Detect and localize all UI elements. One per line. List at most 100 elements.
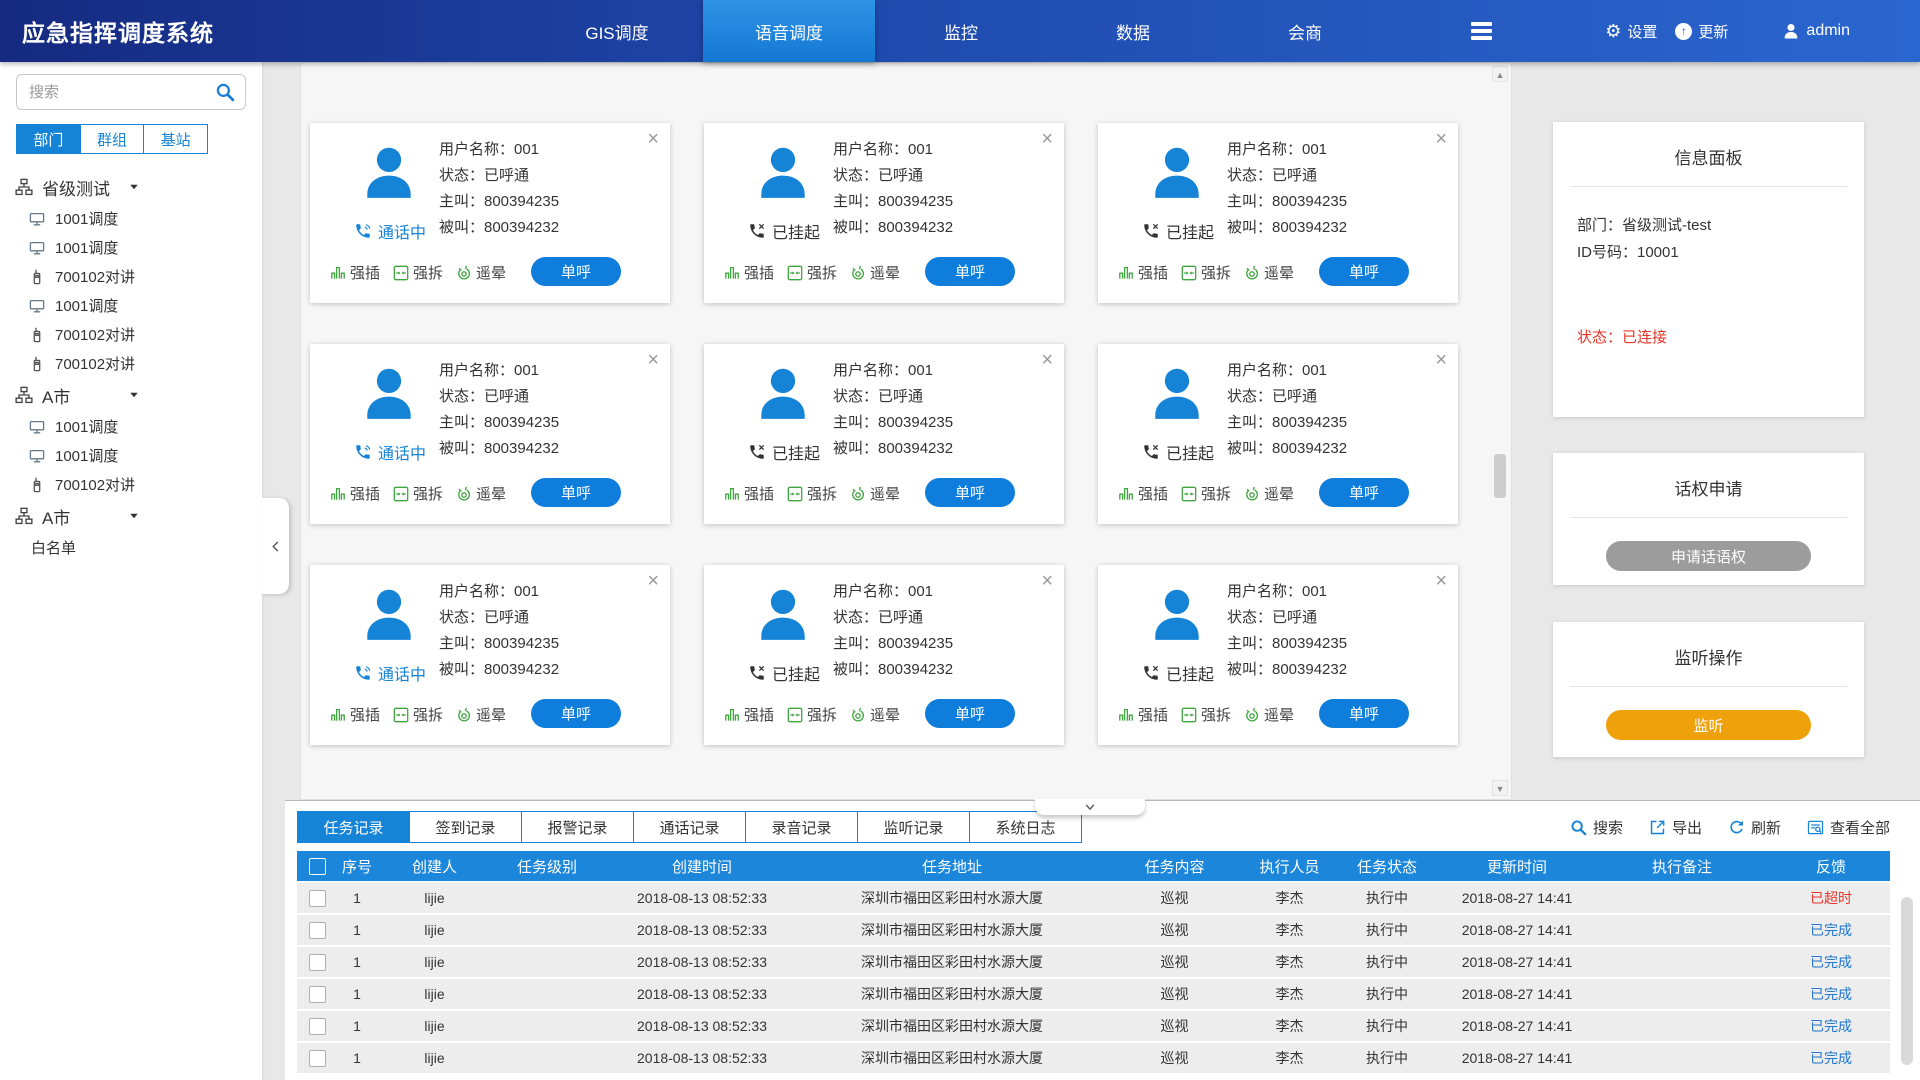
single-call-button[interactable]: 单呼 — [1319, 257, 1409, 286]
action-break[interactable]: 强拆 — [787, 262, 837, 283]
tree-group-item[interactable]: A市 — [0, 499, 262, 533]
sidebar-collapse-handle[interactable] — [262, 498, 289, 594]
action-insert[interactable]: 强插 — [1118, 704, 1168, 725]
tree-leaf-item[interactable]: 700102对讲 — [0, 320, 262, 349]
action-stun[interactable]: 遥晕 — [1244, 262, 1294, 283]
close-icon[interactable]: × — [647, 127, 659, 151]
tree-leaf-item[interactable]: 700102对讲 — [0, 262, 262, 291]
feedback-link[interactable]: 已完成 — [1772, 952, 1890, 972]
close-icon[interactable]: × — [1041, 127, 1053, 151]
scroll-down-arrow[interactable]: ▼ — [1492, 780, 1508, 796]
action-stun[interactable]: 遥晕 — [850, 483, 900, 504]
close-icon[interactable]: × — [1435, 348, 1447, 372]
row-checkbox[interactable] — [309, 1050, 326, 1067]
close-icon[interactable]: × — [647, 348, 659, 372]
action-insert[interactable]: 强插 — [330, 704, 380, 725]
request-floor-button[interactable]: 申请话语权 — [1606, 541, 1811, 571]
scrollbar[interactable]: ▲ ▼ — [1492, 66, 1508, 796]
action-stun[interactable]: 遥晕 — [456, 483, 506, 504]
action-break[interactable]: 强拆 — [393, 262, 443, 283]
record-tab-recording[interactable]: 录音记录 — [745, 811, 858, 843]
feedback-link[interactable]: 已完成 — [1772, 1048, 1890, 1068]
refresh-button[interactable]: 刷新 — [1728, 817, 1781, 838]
action-insert[interactable]: 强插 — [1118, 483, 1168, 504]
feedback-link[interactable]: 已完成 — [1772, 984, 1890, 1004]
row-checkbox[interactable] — [309, 1018, 326, 1035]
scroll-up-arrow[interactable]: ▲ — [1492, 66, 1508, 82]
action-stun[interactable]: 遥晕 — [456, 704, 506, 725]
sidebar-tab-group[interactable]: 群组 — [80, 124, 145, 154]
export-button[interactable]: 导出 — [1649, 817, 1702, 838]
action-insert[interactable]: 强插 — [330, 483, 380, 504]
tree-leaf-item[interactable]: 1001调度 — [0, 441, 262, 470]
record-tab-checkin[interactable]: 签到记录 — [409, 811, 522, 843]
action-stun[interactable]: 遥晕 — [850, 262, 900, 283]
action-insert[interactable]: 强插 — [724, 483, 774, 504]
listen-button[interactable]: 监听 — [1606, 710, 1811, 740]
action-stun[interactable]: 遥晕 — [1244, 704, 1294, 725]
single-call-button[interactable]: 单呼 — [531, 478, 621, 507]
action-insert[interactable]: 强插 — [1118, 262, 1168, 283]
user-menu[interactable]: admin — [1782, 22, 1850, 40]
scrollbar-thumb[interactable] — [1494, 454, 1506, 498]
action-stun[interactable]: 遥晕 — [456, 262, 506, 283]
update-button[interactable]: ↑ 更新 — [1675, 21, 1728, 42]
tree-leaf-item[interactable]: 1001调度 — [0, 233, 262, 262]
action-insert[interactable]: 强插 — [330, 262, 380, 283]
action-break[interactable]: 强拆 — [787, 704, 837, 725]
close-icon[interactable]: × — [1435, 127, 1447, 151]
bottom-collapse-handle[interactable] — [1035, 799, 1145, 815]
row-checkbox[interactable] — [309, 986, 326, 1003]
nav-item-gis[interactable]: GIS调度 — [531, 0, 703, 62]
single-call-button[interactable]: 单呼 — [1319, 699, 1409, 728]
single-call-button[interactable]: 单呼 — [925, 699, 1015, 728]
record-tab-task[interactable]: 任务记录 — [297, 811, 410, 843]
action-insert[interactable]: 强插 — [724, 704, 774, 725]
single-call-button[interactable]: 单呼 — [531, 699, 621, 728]
nav-item-consult[interactable]: 会商 — [1219, 0, 1391, 62]
action-break[interactable]: 强拆 — [1181, 262, 1231, 283]
action-insert[interactable]: 强插 — [724, 262, 774, 283]
hamburger-menu-icon[interactable] — [1471, 22, 1492, 40]
row-checkbox[interactable] — [309, 954, 326, 971]
nav-item-data[interactable]: 数据 — [1047, 0, 1219, 62]
tree-group-item[interactable]: 省级测试 — [0, 170, 262, 204]
search-input[interactable] — [27, 83, 215, 102]
tree-leaf-item[interactable]: 1001调度 — [0, 291, 262, 320]
single-call-button[interactable]: 单呼 — [925, 478, 1015, 507]
close-icon[interactable]: × — [1041, 569, 1053, 593]
record-tab-syslog[interactable]: 系统日志 — [969, 811, 1082, 843]
row-checkbox[interactable] — [309, 922, 326, 939]
record-tab-listen[interactable]: 监听记录 — [857, 811, 970, 843]
sidebar-tab-station[interactable]: 基站 — [143, 124, 208, 154]
tree-leaf-item[interactable]: 白名单 — [0, 533, 262, 562]
record-tab-call[interactable]: 通话记录 — [633, 811, 746, 843]
tree-leaf-item[interactable]: 1001调度 — [0, 412, 262, 441]
single-call-button[interactable]: 单呼 — [925, 257, 1015, 286]
view-all-button[interactable]: 查看全部 — [1807, 817, 1890, 838]
single-call-button[interactable]: 单呼 — [1319, 478, 1409, 507]
close-icon[interactable]: × — [647, 569, 659, 593]
tree-leaf-item[interactable]: 700102对讲 — [0, 470, 262, 499]
action-stun[interactable]: 遥晕 — [1244, 483, 1294, 504]
action-break[interactable]: 强拆 — [787, 483, 837, 504]
search-icon[interactable] — [215, 82, 235, 102]
single-call-button[interactable]: 单呼 — [531, 257, 621, 286]
row-checkbox[interactable] — [309, 890, 326, 907]
action-stun[interactable]: 遥晕 — [850, 704, 900, 725]
action-break[interactable]: 强拆 — [393, 483, 443, 504]
close-icon[interactable]: × — [1435, 569, 1447, 593]
action-break[interactable]: 强拆 — [1181, 483, 1231, 504]
feedback-link[interactable]: 已超时 — [1772, 888, 1890, 908]
tree-leaf-item[interactable]: 1001调度 — [0, 204, 262, 233]
tree-group-item[interactable]: A市 — [0, 378, 262, 412]
close-icon[interactable]: × — [1041, 348, 1053, 372]
sidebar-tab-department[interactable]: 部门 — [16, 124, 81, 154]
action-break[interactable]: 强拆 — [1181, 704, 1231, 725]
action-break[interactable]: 强拆 — [393, 704, 443, 725]
nav-item-voice[interactable]: 语音调度 — [703, 0, 875, 62]
settings-button[interactable]: ⚙ 设置 — [1605, 21, 1657, 42]
feedback-link[interactable]: 已完成 — [1772, 920, 1890, 940]
record-tab-alarm[interactable]: 报警记录 — [521, 811, 634, 843]
tree-leaf-item[interactable]: 700102对讲 — [0, 349, 262, 378]
